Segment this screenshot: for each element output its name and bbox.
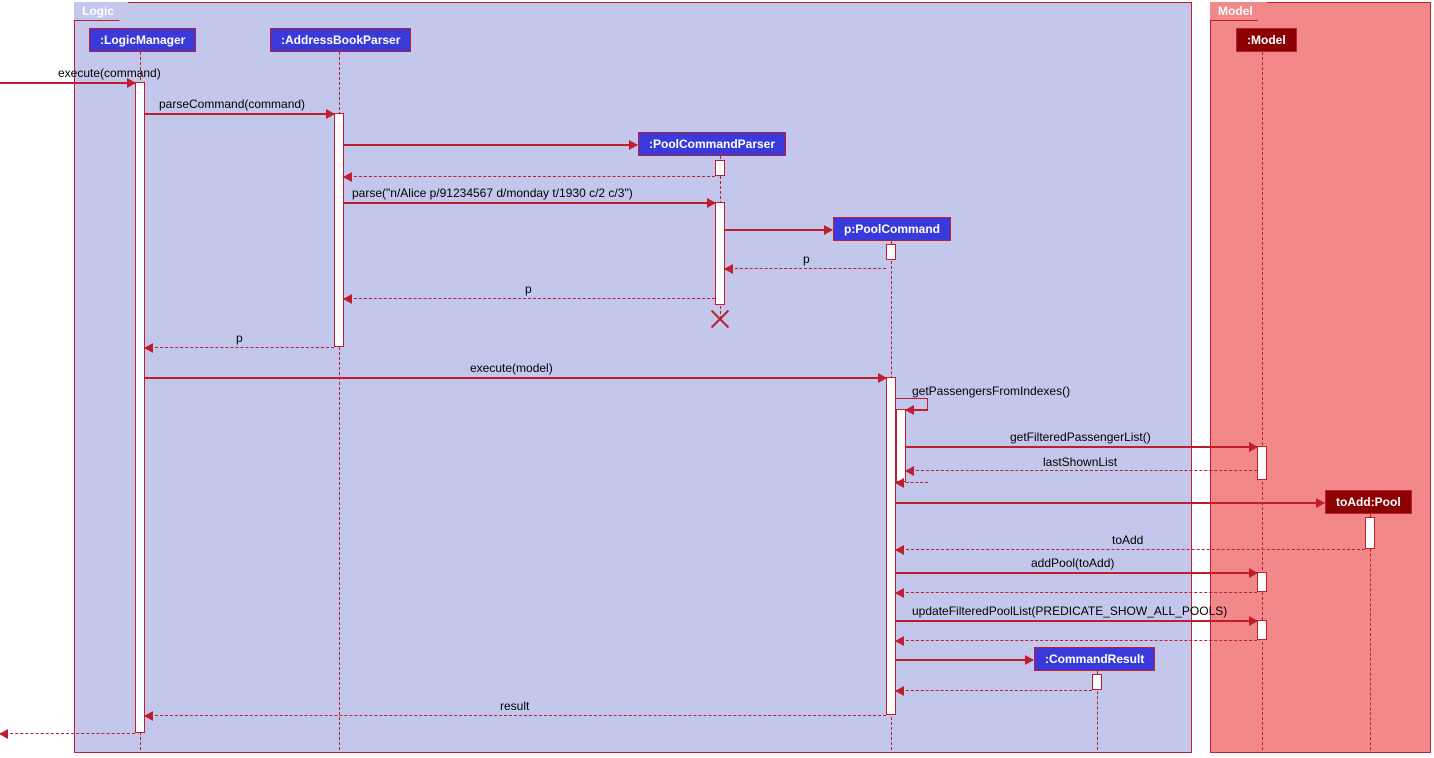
label-return-p-2: p [525, 282, 532, 296]
msg-create-poolcommand [725, 229, 832, 231]
activation-model-1 [1257, 446, 1267, 480]
msg-create-result [896, 659, 1033, 661]
msg-create-parser [344, 144, 637, 146]
msg-return-p-1 [725, 268, 886, 269]
activation-pool-command-create [886, 244, 896, 260]
label-result: result [500, 699, 529, 713]
participant-command-result: :CommandResult [1034, 647, 1155, 671]
activation-model-2 [1257, 572, 1267, 592]
msg-execute-model [145, 377, 886, 379]
activation-model-3 [1257, 620, 1267, 640]
msg-create-result-return [896, 690, 1092, 691]
participant-toadd-pool: toAdd:Pool [1325, 490, 1412, 514]
label-parse-command: parseCommand(command) [159, 97, 305, 111]
participant-address-book-parser: :AddressBookParser [270, 28, 411, 52]
logic-frame-label: Logic [74, 2, 129, 21]
destroy-pool-command-parser [710, 309, 730, 329]
label-last-shown: lastShownList [1043, 455, 1117, 469]
participant-pool-command-parser: :PoolCommandParser [638, 132, 786, 156]
msg-return-p-2 [344, 298, 715, 299]
msg-create-toadd [896, 502, 1324, 504]
msg-update-filtered-return [896, 640, 1257, 641]
activation-command-result [1092, 674, 1102, 690]
msg-toadd-return [896, 549, 1365, 550]
msg-result [145, 715, 886, 716]
label-update-filtered: updateFilteredPoolList(PREDICATE_SHOW_AL… [912, 604, 1227, 618]
msg-return-p-3 [145, 347, 334, 348]
msg-final-return [0, 733, 135, 734]
label-toadd-return: toAdd [1112, 533, 1143, 547]
activation-pool-command-parser-1 [715, 160, 725, 176]
label-get-filtered: getFilteredPassengerList() [1010, 430, 1151, 444]
label-get-passengers: getPassengersFromIndexes() [912, 384, 1070, 398]
label-add-pool: addPool(toAdd) [1031, 556, 1114, 570]
activation-logic-manager [135, 82, 145, 733]
model-frame-label: Model [1210, 2, 1268, 21]
msg-update-filtered [896, 620, 1257, 622]
msg-add-pool [896, 572, 1257, 574]
participant-model: :Model [1236, 28, 1297, 52]
label-return-p-1: p [803, 252, 810, 266]
msg-add-pool-return [896, 592, 1257, 593]
activation-pool-command-parser-2 [715, 202, 725, 305]
activation-toadd-pool [1365, 517, 1375, 549]
msg-self-return [896, 482, 928, 483]
activation-address-book-parser [334, 113, 344, 347]
label-execute-model: execute(model) [470, 361, 553, 375]
lifeline-model [1262, 52, 1263, 750]
msg-get-filtered [906, 446, 1257, 448]
msg-last-shown [906, 470, 1257, 471]
label-execute: execute(command) [58, 66, 161, 80]
msg-get-passengers-into [906, 409, 928, 411]
label-parse: parse("n/Alice p/91234567 d/monday t/193… [352, 186, 633, 200]
participant-logic-manager: :LogicManager [89, 28, 196, 52]
lifeline-toadd-pool [1370, 514, 1371, 750]
msg-parse-command [145, 113, 334, 115]
msg-parse [344, 202, 715, 204]
label-return-p-3: p [236, 331, 243, 345]
msg-create-parser-return [344, 176, 715, 177]
msg-execute [0, 82, 135, 84]
participant-pool-command: p:PoolCommand [833, 217, 951, 241]
